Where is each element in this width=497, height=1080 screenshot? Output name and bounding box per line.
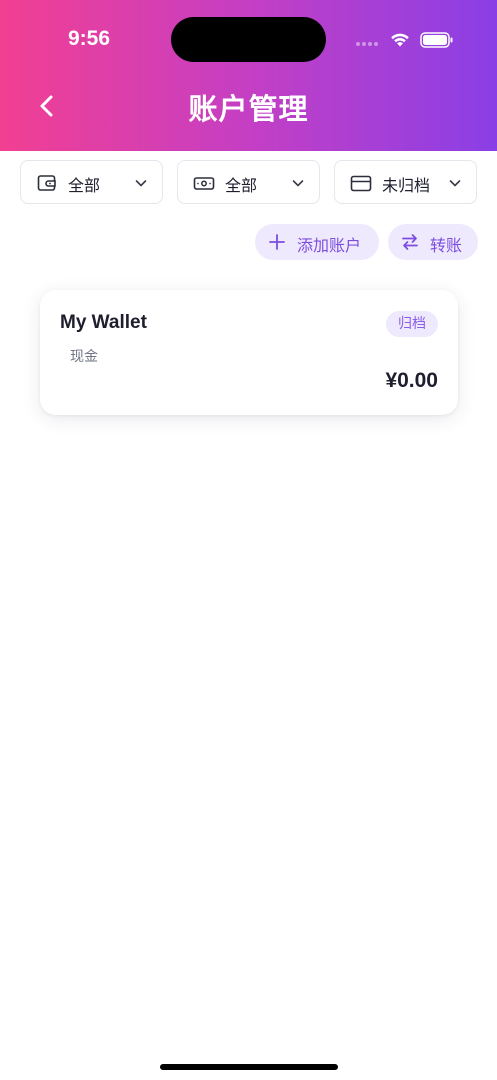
filter-label: 全部 — [68, 176, 101, 195]
wallet-icon — [37, 175, 56, 191]
transfer-label: 转账 — [430, 236, 463, 255]
home-indicator[interactable] — [160, 1064, 338, 1070]
chevron-down-icon — [135, 180, 147, 187]
wifi-icon — [391, 33, 409, 47]
signal-icon — [356, 42, 378, 46]
archive-badge[interactable]: 归档 — [386, 311, 438, 337]
battery-icon — [420, 32, 453, 48]
account-group-filter[interactable]: 全部 — [20, 160, 163, 204]
archive-status-filter[interactable]: 未归档 — [334, 160, 477, 204]
credit-card-icon — [350, 175, 372, 192]
account-type: 现金 — [70, 349, 98, 365]
filter-label: 全部 — [225, 176, 258, 195]
page-title: 账户管理 — [188, 92, 309, 126]
account-name: My Wallet — [60, 312, 147, 333]
dynamic-island — [171, 17, 326, 62]
transfer-arrows-icon — [402, 234, 418, 250]
chevron-down-icon — [292, 180, 304, 187]
plus-icon — [269, 234, 285, 250]
header: 9:56 账户管理 — [0, 0, 497, 151]
add-account-label: 添加账户 — [297, 236, 362, 255]
account-balance: ¥0.00 — [385, 369, 438, 392]
transfer-button[interactable]: 转账 — [388, 224, 478, 260]
banknote-icon — [193, 177, 215, 190]
filter-label: 未归档 — [382, 176, 431, 195]
add-account-button[interactable]: 添加账户 — [255, 224, 379, 260]
account-card[interactable]: My Wallet 归档 现金 ¥0.00 — [40, 290, 458, 415]
chevron-down-icon — [449, 180, 461, 187]
status-time: 9:56 — [68, 27, 111, 50]
currency-filter[interactable]: 全部 — [177, 160, 320, 204]
filter-bar: 全部 全部 未归档 — [20, 160, 478, 204]
